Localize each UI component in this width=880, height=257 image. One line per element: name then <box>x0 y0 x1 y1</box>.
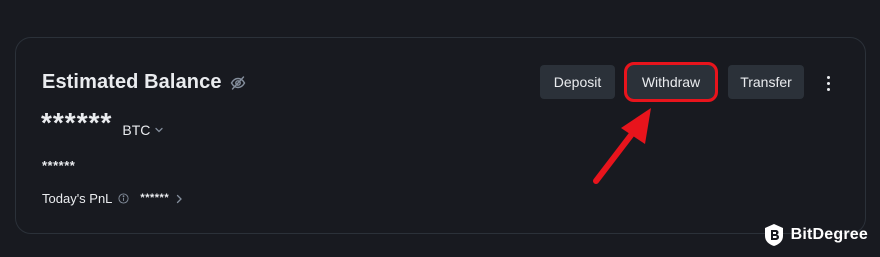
bitdegree-watermark: BitDegree <box>763 223 868 247</box>
eye-slash-icon[interactable] <box>230 75 246 91</box>
more-vertical-icon[interactable] <box>819 72 837 94</box>
withdraw-button[interactable]: Withdraw <box>624 62 718 102</box>
deposit-button[interactable]: Deposit <box>540 65 615 99</box>
more-dot <box>826 81 830 85</box>
currency-label: BTC <box>122 122 151 138</box>
balance-header: Estimated Balance <box>42 71 246 94</box>
more-dot <box>826 87 830 91</box>
balance-title: Estimated Balance <box>42 71 222 93</box>
chevron-right-icon[interactable] <box>175 194 183 204</box>
currency-selector[interactable]: BTC <box>122 122 164 138</box>
chevron-down-icon <box>155 127 164 133</box>
red-arrow-icon <box>593 108 651 184</box>
transfer-button[interactable]: Transfer <box>728 65 804 99</box>
pnl-value: ****** <box>140 191 170 204</box>
hidden-fiat-value: ****** <box>42 158 76 173</box>
hidden-balance-value: ****** <box>41 107 113 138</box>
more-dot <box>826 75 830 79</box>
pnl-row[interactable]: Today's PnL ****** <box>42 191 183 206</box>
info-icon[interactable] <box>118 193 129 204</box>
pnl-label: Today's PnL <box>42 191 113 206</box>
brand-name: BitDegree <box>790 226 868 243</box>
estimated-balance-card: Estimated Balance ****** BTC ****** Toda… <box>15 37 866 234</box>
bitdegree-logo-icon <box>764 224 783 246</box>
balance-amount-row: ****** BTC <box>41 107 164 138</box>
